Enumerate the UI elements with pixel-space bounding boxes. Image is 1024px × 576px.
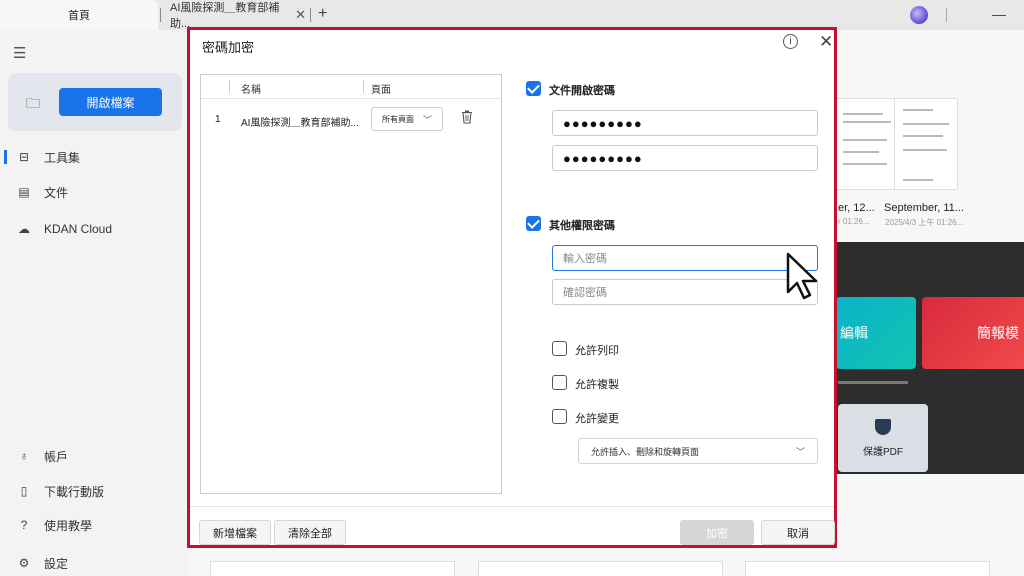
protect-pdf-card[interactable]: 保護PDF — [838, 404, 928, 472]
recent-file-title: er, 12... — [838, 202, 875, 214]
file-list-panel: 名稱 頁面 1 AI風險探測＿教育部補助... 所有頁面 ﹀ — [200, 74, 502, 494]
password-encrypt-dialog: 密碼加密 i ✕ 名稱 頁面 1 AI風險探測＿教育部補助... 所有頁面 ﹀ — [187, 27, 837, 548]
recent-file-title: September, 11... — [884, 202, 964, 214]
sidebar-item-label: 工具集 — [44, 150, 81, 165]
permission-password-label: 其他權限密碼 — [549, 220, 615, 232]
open-password-label: 文件開啟密碼 — [549, 85, 615, 97]
mobile-icon: ▯ — [20, 484, 28, 498]
tab-divider — [310, 8, 311, 22]
file-row-number: 1 — [215, 114, 221, 125]
cancel-button[interactable]: 取消 — [761, 520, 835, 545]
folder-icon: 🗀 — [26, 95, 40, 111]
sidebar-item-settings[interactable]: ⚙ 設定 — [0, 551, 188, 575]
sidebar-item-label: 下載行動版 — [44, 484, 105, 499]
clear-all-button[interactable]: 清除全部 — [274, 520, 346, 545]
permission-password-confirm-placeholder: 確認密碼 — [563, 287, 607, 299]
info-icon[interactable]: i — [783, 34, 798, 49]
sidebar-item-help[interactable]: ? 使用教學 — [0, 513, 188, 537]
presentation-tool-card[interactable]: 簡報模 — [922, 297, 1024, 369]
change-permission-select[interactable]: 允許插入、刪除和旋轉頁面 ﹀ — [578, 438, 818, 464]
trash-icon[interactable] — [461, 110, 473, 124]
sidebar-item-documents[interactable]: ▤ 文件 — [0, 180, 188, 204]
sidebar-item-account[interactable]: ♁ 帳戶 — [0, 444, 188, 468]
tab-home[interactable]: 首頁 — [0, 0, 158, 30]
sidebar-item-label: KDAN Cloud — [44, 222, 113, 236]
recent-file-date: r 01:26... — [838, 217, 870, 226]
app-logo-icon[interactable] — [910, 6, 928, 24]
dialog-title: 密碼加密 — [202, 40, 255, 55]
toolbox-icon: ⊟ — [18, 150, 30, 164]
allow-copy-checkbox[interactable] — [552, 375, 567, 390]
allow-copy-label: 允許複製 — [575, 379, 619, 391]
sidebar: ☰ 🗀 開啟檔案 ⊟ 工具集 ▤ 文件 ☁ KDAN Cloud ♁ 帳戶 ▯ … — [0, 30, 188, 576]
account-icon: ♁ — [19, 449, 29, 463]
tab-divider — [160, 8, 161, 22]
permission-password-checkbox[interactable] — [526, 216, 541, 231]
document-icon: ▤ — [18, 185, 30, 199]
open-file-card: 🗀 開啟檔案 — [8, 73, 182, 131]
tab-bar: 首頁 AI風險探測＿教育部補助... ✕ + — — [0, 0, 1024, 30]
sidebar-item-label: 帳戶 — [44, 449, 69, 464]
chevron-down-icon: ﹀ — [795, 447, 805, 457]
allow-change-label: 允許變更 — [575, 413, 619, 425]
file-row: 1 AI風險探測＿教育部補助... 所有頁面 ﹀ — [201, 105, 501, 133]
bottom-card — [745, 561, 990, 576]
permission-password-confirm-field[interactable]: 確認密碼 — [552, 279, 818, 305]
change-permission-value: 允許插入、刪除和旋轉頁面 — [591, 446, 700, 457]
permission-password-field[interactable]: 輸入密碼 — [552, 245, 818, 271]
page-range-select[interactable]: 所有頁面 ﹀ — [371, 107, 443, 131]
shield-icon — [875, 418, 891, 435]
help-icon: ? — [20, 518, 28, 532]
file-row-name: AI風險探測＿教育部補助... — [241, 118, 359, 129]
sidebar-item-mobile[interactable]: ▯ 下載行動版 — [0, 479, 188, 503]
edit-tool-label: 編輯 — [840, 325, 868, 341]
recent-file-date: 2025/4/3 上午 01:26... — [885, 218, 964, 227]
close-tab-icon[interactable]: ✕ — [295, 7, 306, 23]
open-password-value: ●●●●●●●●● — [563, 115, 643, 131]
minimize-icon[interactable]: — — [992, 6, 1006, 22]
edit-tool-card[interactable]: 編輯 — [836, 297, 916, 369]
sidebar-item-label: 文件 — [44, 185, 69, 200]
add-file-button[interactable]: 新增檔案 — [199, 520, 271, 545]
bottom-card — [478, 561, 723, 576]
recent-thumbnail[interactable] — [834, 98, 898, 190]
open-password-confirm-field[interactable]: ●●●●●●●●● — [552, 145, 818, 171]
allow-print-label: 允許列印 — [575, 345, 619, 357]
new-tab-icon[interactable]: + — [318, 5, 327, 23]
cloud-icon: ☁ — [18, 222, 30, 236]
sidebar-item-cloud[interactable]: ☁ KDAN Cloud — [0, 217, 188, 241]
encrypt-button[interactable]: 加密 — [680, 520, 754, 545]
recent-thumbnail[interactable] — [894, 98, 958, 190]
dialog-footer-divider — [190, 506, 834, 507]
open-password-field[interactable]: ●●●●●●●●● — [552, 110, 818, 136]
column-name-header: 名稱 — [241, 85, 261, 96]
file-list-header: 名稱 頁面 — [201, 75, 501, 99]
close-icon[interactable]: ✕ — [819, 32, 833, 52]
open-password-checkbox[interactable] — [526, 81, 541, 96]
sidebar-item-label: 設定 — [44, 556, 69, 571]
carousel-indicator — [838, 381, 908, 384]
allow-print-checkbox[interactable] — [552, 341, 567, 356]
column-pages-header: 頁面 — [371, 85, 391, 96]
open-file-button[interactable]: 開啟檔案 — [59, 88, 162, 116]
mouse-pointer-icon — [786, 252, 818, 300]
tab-document[interactable]: AI風險探測＿教育部補助... ✕ — [166, 0, 306, 30]
bottom-card — [210, 561, 455, 576]
presentation-tool-label: 簡報模 — [977, 325, 1019, 341]
tab-home-label: 首頁 — [68, 10, 90, 22]
hamburger-menu-icon[interactable]: ☰ — [13, 44, 26, 62]
protect-pdf-label: 保護PDF — [863, 446, 903, 458]
title-divider — [946, 8, 947, 22]
sidebar-item-tools[interactable]: ⊟ 工具集 — [0, 145, 188, 169]
allow-change-checkbox[interactable] — [552, 409, 567, 424]
sidebar-item-label: 使用教學 — [44, 518, 93, 533]
open-password-confirm-value: ●●●●●●●●● — [563, 150, 643, 166]
gear-icon: ⚙ — [18, 556, 30, 570]
page-range-value: 所有頁面 — [382, 114, 414, 124]
chevron-down-icon: ﹀ — [422, 115, 432, 125]
permission-password-placeholder: 輸入密碼 — [563, 253, 607, 265]
